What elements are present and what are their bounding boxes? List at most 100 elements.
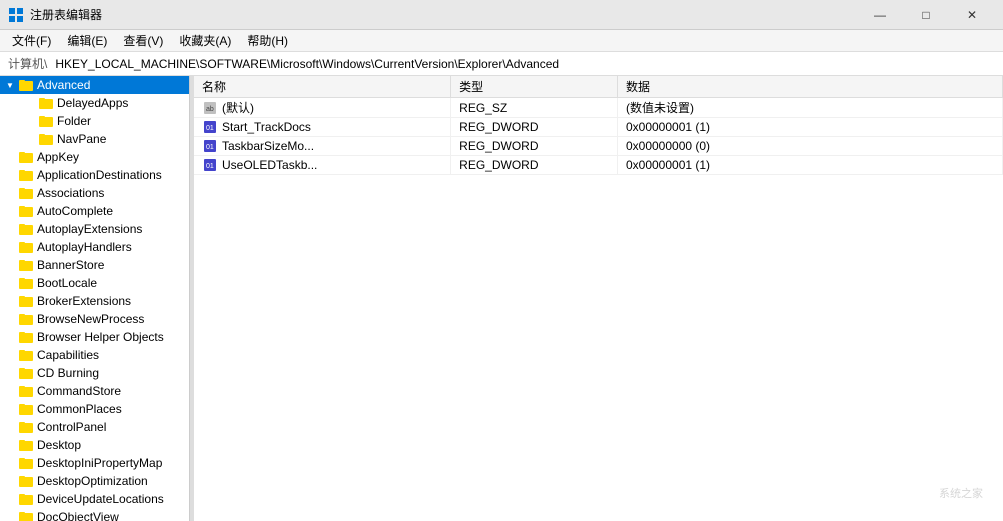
- svg-text:ab: ab: [206, 106, 214, 113]
- col-type[interactable]: 类型: [451, 76, 618, 98]
- folder-icon-brokerext: [18, 293, 34, 309]
- tree-item-delayedapps[interactable]: ▶ DelayedApps: [0, 94, 189, 112]
- folder-icon-autoplayhandlers: [18, 239, 34, 255]
- maximize-button[interactable]: □: [903, 0, 949, 30]
- tree-item-cdburning[interactable]: ▶ CD Burning: [0, 364, 189, 382]
- tree-item-capabilities[interactable]: ▶ Capabilities: [0, 346, 189, 364]
- tree-item-desktopini[interactable]: ▶ DesktopIniPropertyMap: [0, 454, 189, 472]
- folder-icon-commonplaces: [18, 401, 34, 417]
- tree-label-autoplayext: AutoplayExtensions: [37, 222, 142, 236]
- tree-item-bannerstore[interactable]: ▶ BannerStore: [0, 256, 189, 274]
- tree-label-commonplaces: CommonPlaces: [37, 402, 122, 416]
- tree-label-controlpanel: ControlPanel: [37, 420, 106, 434]
- folder-icon-associations: [18, 185, 34, 201]
- menu-file[interactable]: 文件(F): [4, 30, 59, 51]
- folder-icon-deviceupdate: [18, 491, 34, 507]
- value-data-trackdocs: 0x00000001 (1): [617, 118, 1002, 137]
- menu-help[interactable]: 帮助(H): [239, 30, 296, 51]
- tree-label-associations: Associations: [37, 186, 104, 200]
- folder-icon-autocomplete: [18, 203, 34, 219]
- folder-icon-browsenewproc: [18, 311, 34, 327]
- folder-icon-autoplayext: [18, 221, 34, 237]
- folder-icon-desktop: [18, 437, 34, 453]
- tree-item-appkey[interactable]: ▶ AppKey: [0, 148, 189, 166]
- folder-icon-navpane: [38, 131, 54, 147]
- menu-view[interactable]: 查看(V): [115, 30, 171, 51]
- tree-item-desktop[interactable]: ▶ Desktop: [0, 436, 189, 454]
- menu-favorites[interactable]: 收藏夹(A): [171, 30, 239, 51]
- main-content: ▼ Advanced ▶ DelayedApps ▶ Folder: [0, 76, 1003, 521]
- tree-label-cdburning: CD Burning: [37, 366, 99, 380]
- reg-dword-icon: 01: [202, 119, 218, 135]
- menu-bar: 文件(F) 编辑(E) 查看(V) 收藏夹(A) 帮助(H): [0, 30, 1003, 52]
- tree-label-bootlocale: BootLocale: [37, 276, 97, 290]
- folder-icon-docobjectview: [18, 509, 34, 521]
- tree-item-autoplayext[interactable]: ▶ AutoplayExtensions: [0, 220, 189, 238]
- address-label: 计算机\: [8, 55, 47, 72]
- reg-sz-icon: ab: [202, 100, 218, 116]
- svg-text:01: 01: [206, 163, 214, 170]
- tree-item-browsenewproc[interactable]: ▶ BrowseNewProcess: [0, 310, 189, 328]
- tree-item-autocomplete[interactable]: ▶ AutoComplete: [0, 202, 189, 220]
- tree-item-navpane[interactable]: ▶ NavPane: [0, 130, 189, 148]
- table-row[interactable]: 01 UseOLEDTaskb... REG_DWORD 0x00000001 …: [194, 156, 1003, 175]
- value-name-taskbar: 01 TaskbarSizeMo...: [194, 137, 451, 156]
- minimize-button[interactable]: —: [857, 0, 903, 30]
- tree-label-delayedapps: DelayedApps: [57, 96, 128, 110]
- tree-item-folder[interactable]: ▶ Folder: [0, 112, 189, 130]
- tree-label-autoplayhandlers: AutoplayHandlers: [37, 240, 132, 254]
- registry-values-table: 名称 类型 数据 ab (默认): [194, 76, 1003, 175]
- tree-item-docobjectview[interactable]: ▶ DocObjectView: [0, 508, 189, 521]
- tree-item-autoplayhandlers[interactable]: ▶ AutoplayHandlers: [0, 238, 189, 256]
- tree-item-brokerext[interactable]: ▶ BrokerExtensions: [0, 292, 189, 310]
- tree-item-commandstore[interactable]: ▶ CommandStore: [0, 382, 189, 400]
- tree-label-deviceupdate: DeviceUpdateLocations: [37, 492, 164, 506]
- tree-item-bho[interactable]: ▶ Browser Helper Objects: [0, 328, 189, 346]
- tree-item-associations[interactable]: ▶ Associations: [0, 184, 189, 202]
- value-type-taskbar: REG_DWORD: [451, 137, 618, 156]
- tree-item-controlpanel[interactable]: ▶ ControlPanel: [0, 418, 189, 436]
- folder-icon-bannerstore: [18, 257, 34, 273]
- folder-icon-controlpanel: [18, 419, 34, 435]
- tree-label-brokerext: BrokerExtensions: [37, 294, 131, 308]
- folder-icon-desktopini: [18, 455, 34, 471]
- tree-panel[interactable]: ▼ Advanced ▶ DelayedApps ▶ Folder: [0, 76, 190, 521]
- value-data-oled: 0x00000001 (1): [617, 156, 1002, 175]
- tree-item-bootlocale[interactable]: ▶ BootLocale: [0, 274, 189, 292]
- tree-item-commonplaces[interactable]: ▶ CommonPlaces: [0, 400, 189, 418]
- address-path: HKEY_LOCAL_MACHINE\SOFTWARE\Microsoft\Wi…: [55, 57, 559, 71]
- value-name-oled: 01 UseOLEDTaskb...: [194, 156, 451, 175]
- value-data-default: (数值未设置): [617, 98, 1002, 118]
- title-bar: 注册表编辑器 — □ ✕: [0, 0, 1003, 30]
- value-type-trackdocs: REG_DWORD: [451, 118, 618, 137]
- value-type-oled: REG_DWORD: [451, 156, 618, 175]
- table-row[interactable]: 01 TaskbarSizeMo... REG_DWORD 0x00000000…: [194, 137, 1003, 156]
- tree-item-desktopopt[interactable]: ▶ DesktopOptimization: [0, 472, 189, 490]
- tree-label-capabilities: Capabilities: [37, 348, 99, 362]
- table-row[interactable]: ab (默认) REG_SZ (数值未设置): [194, 98, 1003, 118]
- menu-edit[interactable]: 编辑(E): [59, 30, 115, 51]
- tree-label-autocomplete: AutoComplete: [37, 204, 113, 218]
- tree-label-bannerstore: BannerStore: [37, 258, 104, 272]
- window-controls: — □ ✕: [857, 0, 995, 30]
- tree-item-deviceupdate[interactable]: ▶ DeviceUpdateLocations: [0, 490, 189, 508]
- folder-icon-advanced: [18, 77, 34, 93]
- value-name-trackdocs: 01 Start_TrackDocs: [194, 118, 451, 137]
- reg-dword-icon-2: 01: [202, 138, 218, 154]
- tree-label-appkey: AppKey: [37, 150, 79, 164]
- value-type-default: REG_SZ: [451, 98, 618, 118]
- tree-item-advanced[interactable]: ▼ Advanced: [0, 76, 189, 94]
- folder-icon-bootlocale: [18, 275, 34, 291]
- address-bar: 计算机\ HKEY_LOCAL_MACHINE\SOFTWARE\Microso…: [0, 52, 1003, 76]
- reg-dword-icon-3: 01: [202, 157, 218, 173]
- folder-icon-delayed: [38, 95, 54, 111]
- close-button[interactable]: ✕: [949, 0, 995, 30]
- col-data[interactable]: 数据: [617, 76, 1002, 98]
- tree-label-bho: Browser Helper Objects: [37, 330, 164, 344]
- folder-icon-commandstore: [18, 383, 34, 399]
- tree-item-appdest[interactable]: ▶ ApplicationDestinations: [0, 166, 189, 184]
- col-name[interactable]: 名称: [194, 76, 451, 98]
- svg-text:01: 01: [206, 125, 214, 132]
- values-panel[interactable]: 名称 类型 数据 ab (默认): [194, 76, 1003, 521]
- table-row[interactable]: 01 Start_TrackDocs REG_DWORD 0x00000001 …: [194, 118, 1003, 137]
